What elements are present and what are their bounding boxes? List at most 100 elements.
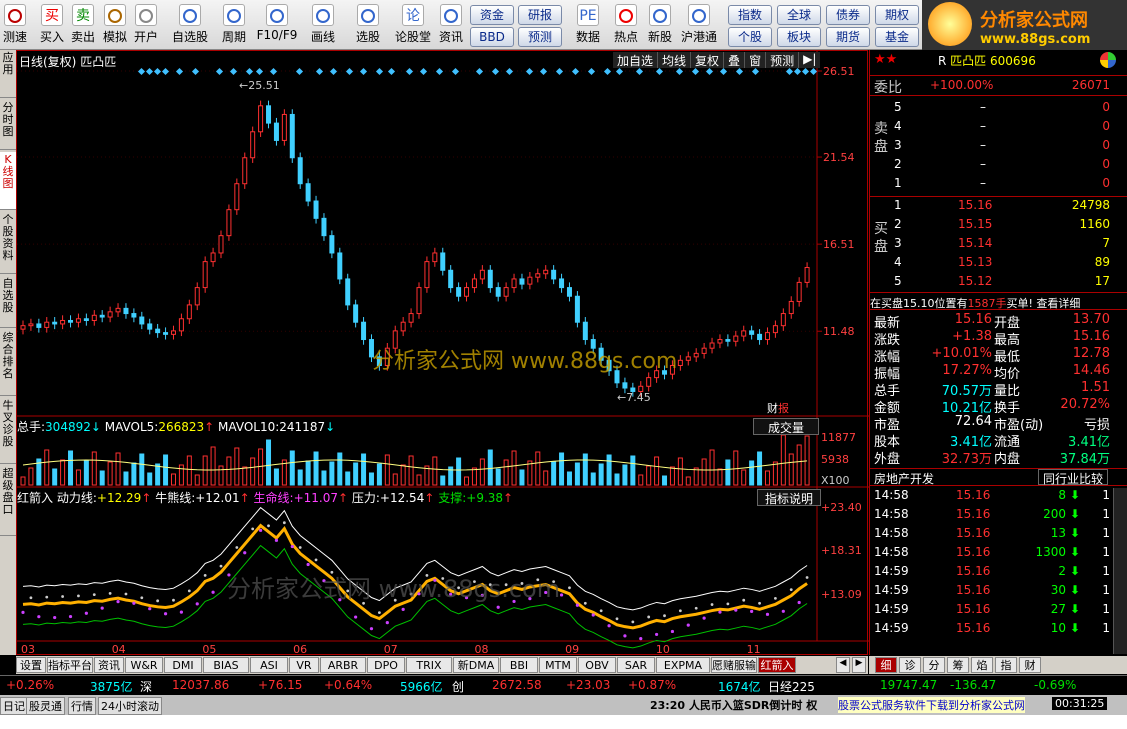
quote-tab-1[interactable]: 诊 [899, 657, 921, 673]
indicator-tab-1[interactable]: 指标平台 [47, 657, 93, 673]
scroll-right-icon[interactable]: ▶ [852, 657, 866, 673]
toolbar-button-7[interactable]: F10/F9 [255, 2, 299, 48]
scroll-left-icon[interactable]: ◀ [836, 657, 850, 673]
toolbar-button-2[interactable]: 卖卖出 [69, 2, 97, 48]
indicator-tab-18[interactable]: 红箭入 [758, 657, 796, 673]
indicator-tab-13[interactable]: MTM [539, 657, 577, 673]
toolbar-small-button-9[interactable]: 期货 [826, 27, 870, 47]
toolbar-button-4[interactable]: 开户 [132, 2, 160, 48]
quote-tab-4[interactable]: 焰 [971, 657, 993, 673]
sector-name[interactable]: 房地产开发 [874, 470, 934, 487]
candle-body [123, 307, 129, 315]
volume-bar [218, 465, 224, 486]
indicator-tab-6[interactable]: ASI [250, 657, 288, 673]
left-tab-5[interactable]: 综合排名 [0, 330, 16, 396]
toolbar-small-button-0[interactable]: 资金 [470, 5, 514, 25]
sell-row-0[interactable]: 5–0 [870, 100, 1127, 119]
left-tab-4[interactable]: 自选股 [0, 276, 16, 328]
sell-row-2[interactable]: 3–0 [870, 138, 1127, 157]
toolbar-small-button-2[interactable]: 研报 [518, 5, 562, 25]
buy-row-1[interactable]: 2 15.15 1160 [870, 217, 1127, 236]
toolbar-button-10[interactable]: 论论股堂 [394, 2, 432, 48]
indicator-tab-8[interactable]: ARBR [320, 657, 366, 673]
indicator-tab-9[interactable]: DPO [367, 657, 405, 673]
toolbar-button-12[interactable]: PE 数据 [573, 2, 603, 48]
toolbar-small-button-6[interactable]: 全球 [777, 5, 821, 25]
toolbar-button-6[interactable]: 周期 [216, 2, 252, 48]
volume-indicator-select[interactable]: 成交量 [753, 418, 819, 435]
indicator-tab-3[interactable]: W&R [125, 657, 163, 673]
chart-menu-0[interactable]: 加自选 [613, 52, 659, 68]
sell-row-3[interactable]: 2–0 [870, 157, 1127, 176]
chart-menu-4[interactable]: 窗 [745, 52, 767, 68]
indicator-tab-12[interactable]: BBI [500, 657, 538, 673]
left-tab-6[interactable]: 牛叉诊股 [0, 398, 16, 464]
toolbar-button-15[interactable]: 沪港通 [679, 2, 719, 48]
left-tab-3[interactable]: 个股资料 [0, 212, 16, 274]
indicator-tab-2[interactable]: 资讯 [94, 657, 124, 673]
buy-row-3[interactable]: 4 15.13 89 [870, 255, 1127, 274]
toolbar-small-button-10[interactable]: 期权 [875, 5, 919, 25]
indicator-tab-14[interactable]: OBV [578, 657, 616, 673]
toolbar-button-8[interactable]: 画线 [305, 2, 341, 48]
toolbar-small-button-7[interactable]: 板块 [777, 27, 821, 47]
indicator-tab-5[interactable]: BIAS [203, 657, 249, 673]
toolbar-small-button-5[interactable]: 个股 [728, 27, 772, 47]
big-order-notice[interactable]: 在买盘15.10位置有1587手买单! 查看详细 [870, 292, 1127, 310]
indicator-tab-16[interactable]: EXPMA [656, 657, 710, 673]
toolbar-small-button-11[interactable]: 基金 [875, 27, 919, 47]
sell-row-4[interactable]: 1–0 [870, 176, 1127, 195]
chart-menu-3[interactable]: 叠 [724, 52, 746, 68]
left-tab-1[interactable]: 分时图 [0, 100, 16, 150]
chart-menu-5[interactable]: 预测 [766, 52, 800, 68]
toolbar-small-button-8[interactable]: 债券 [826, 5, 870, 25]
indicator-tab-17[interactable]: 愿赌服输 [711, 657, 757, 673]
industry-compare-button[interactable]: 同行业比较 [1038, 469, 1109, 486]
news-tab-1[interactable]: 股灵通 [26, 697, 65, 715]
arrow-right-icon[interactable]: ▶| [799, 52, 820, 68]
quote-tab-6[interactable]: 财 [1019, 657, 1041, 673]
sell-row-1[interactable]: 4–0 [870, 119, 1127, 138]
toolbar-button-14[interactable]: 新股 [645, 2, 675, 48]
toolbar-button-3[interactable]: 模拟 [101, 2, 129, 48]
indicator-tab-15[interactable]: SAR [617, 657, 655, 673]
quote-tab-3[interactable]: 筹 [947, 657, 969, 673]
quote-tab-5[interactable]: 指 [995, 657, 1017, 673]
quote-tab-2[interactable]: 分 [923, 657, 945, 673]
toolbar-button-9[interactable]: 选股 [350, 2, 386, 48]
toolbar-small-button-1[interactable]: BBD [470, 27, 514, 47]
buy-row-4[interactable]: 5 15.12 17 [870, 274, 1127, 293]
indicator-help-button[interactable]: 指标说明 [757, 489, 821, 506]
candle-body [400, 321, 406, 332]
candle-body [36, 323, 42, 328]
chart-menu-2[interactable]: 复权 [691, 52, 725, 68]
indicator-tab-11[interactable]: 新DMA [453, 657, 499, 673]
toolbar-button-13[interactable]: 热点 [611, 2, 641, 48]
indicator-tab-0[interactable]: 设置 [16, 657, 46, 673]
news-headline[interactable]: 23:20 人民币入篮SDR倒计时 权 [650, 697, 817, 713]
indicator-tab-7[interactable]: VR [289, 657, 319, 673]
indicator-tab-10[interactable]: TRIX [406, 657, 452, 673]
news-tab-3[interactable]: 24小时滚动 [98, 697, 162, 715]
buy-row-0[interactable]: 1 15.16 24798 [870, 198, 1127, 217]
toolbar-small-button-3[interactable]: 预测 [518, 27, 562, 47]
left-tab-0[interactable]: 应用 [0, 50, 16, 98]
tick-scrollbar[interactable] [1113, 488, 1127, 654]
left-tab-7[interactable]: 超级盘口 [0, 466, 16, 536]
volume-bar [519, 469, 525, 486]
kline-chart-panel[interactable]: 26.51 21.54 16.51 11.48 ←25.51 ←7.45 11877 5938… [16, 50, 869, 656]
toolbar-small-button-4[interactable]: 指数 [728, 5, 772, 25]
quote-tab-0[interactable]: 细 [875, 657, 897, 673]
toolbar-button-11[interactable]: 资讯 [436, 2, 466, 48]
toolbar-button-0[interactable]: 测速 [0, 2, 30, 48]
news-promo[interactable]: 股票公式服务软件下载到分析家公式网 [838, 697, 1025, 713]
news-tab-2[interactable]: 行情 [68, 697, 96, 715]
toolbar-button-5[interactable]: 自选股 [168, 2, 212, 48]
news-tab-0[interactable]: 日记 [0, 697, 28, 715]
chart-menu-1[interactable]: 均线 [658, 52, 692, 68]
buy-row-2[interactable]: 3 15.14 7 [870, 236, 1127, 255]
toolbar-button-1[interactable]: 买买入 [38, 2, 66, 48]
pie-icon[interactable] [1100, 52, 1116, 68]
indicator-tab-4[interactable]: DMI [164, 657, 202, 673]
left-tab-2[interactable]: K线图 [0, 152, 16, 210]
